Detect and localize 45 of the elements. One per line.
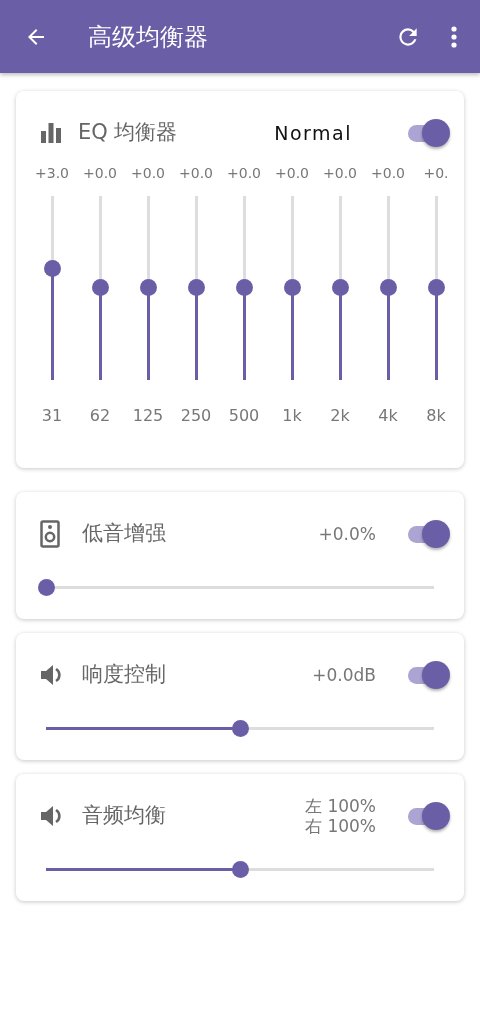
toggle-switch[interactable] (408, 660, 450, 690)
reading-value: +0.0% (318, 523, 376, 545)
card-title: 响度控制 (82, 661, 166, 689)
slider-thumb[interactable] (235, 278, 253, 296)
gain-value: +0. (422, 163, 450, 183)
toggle-switch[interactable] (408, 519, 450, 549)
slider-thumb[interactable] (283, 278, 301, 296)
reading-value: 左 100% (305, 795, 376, 816)
gain-value: +0.0 (322, 163, 358, 183)
app-title: 高级均衡器 (88, 21, 209, 53)
frequency-label: 500 (227, 404, 261, 427)
frequency-label: 62 (88, 404, 112, 427)
gain-value: +0.0 (130, 163, 166, 183)
gain-value: +0.0 (274, 163, 310, 183)
slider-thumb[interactable] (38, 579, 55, 596)
gain-value: +0.0 (178, 163, 214, 183)
gain-value: +0.0 (370, 163, 406, 183)
reading-value: +0.0dB (312, 664, 376, 686)
slider-thumb[interactable] (91, 278, 109, 296)
slider-thumb[interactable] (187, 278, 205, 296)
frequency-label: 125 (131, 404, 165, 427)
slider-thumb[interactable] (427, 278, 445, 296)
gain-value: +0.0 (226, 163, 262, 183)
frequency-label: 2k (329, 404, 351, 427)
slider-thumb[interactable] (331, 278, 349, 296)
slider-thumb[interactable] (139, 278, 157, 296)
toggle-switch[interactable] (408, 117, 450, 148)
gain-value: +3.0 (34, 163, 70, 183)
frequency-label: 8k (425, 404, 447, 427)
slider-thumb[interactable] (379, 278, 397, 296)
slider-thumb[interactable] (232, 720, 249, 737)
slider-thumb[interactable] (232, 861, 249, 878)
toggle-switch[interactable] (408, 801, 450, 831)
frequency-label: 4k (377, 404, 399, 427)
frequency-label: 250 (179, 404, 213, 427)
frequency-label: 1k (281, 404, 303, 427)
equalizer-icon (40, 122, 62, 143)
reading-value: 右 100% (305, 816, 376, 837)
frequency-label: 31 (40, 404, 64, 427)
card-title: 低音增强 (82, 520, 166, 548)
preset-name: Normal (274, 120, 352, 146)
slider-thumb[interactable] (43, 260, 61, 278)
card-title: EQ 均衡器 (78, 119, 178, 146)
card-title: 音频均衡 (82, 802, 166, 830)
gain-value: +0.0 (82, 163, 118, 183)
